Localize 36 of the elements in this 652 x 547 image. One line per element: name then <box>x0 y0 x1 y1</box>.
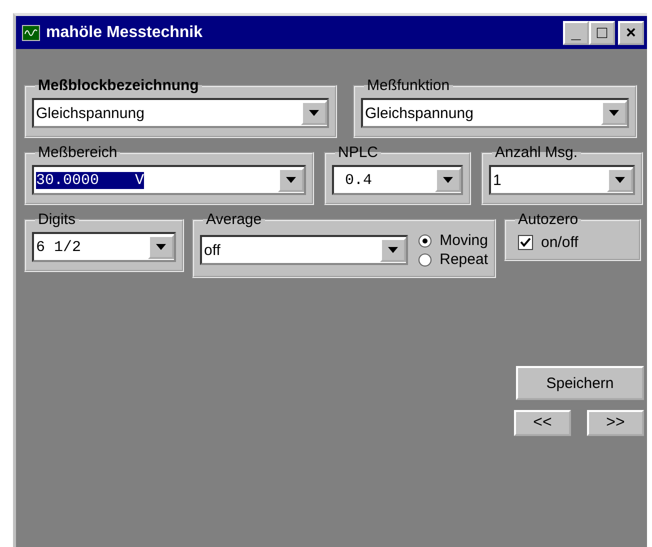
radio-option[interactable]: Repeat <box>418 251 488 268</box>
waveform-icon <box>22 24 40 40</box>
save-button[interactable]: Speichern <box>516 366 644 400</box>
window-control-button[interactable]: _ <box>563 20 589 44</box>
dropdown-field[interactable]: 1 <box>489 165 635 195</box>
group-label: Meßfunktion <box>366 77 451 94</box>
window-title: mahöle Messtechnik <box>46 24 202 42</box>
dropdown-value: Gleichspannung <box>365 104 474 122</box>
radio-button[interactable] <box>418 252 432 266</box>
dropdown-field[interactable]: Gleichspannung <box>361 98 629 128</box>
group-label: Autozero <box>517 211 580 228</box>
checkbox-option[interactable]: on/off <box>512 232 578 251</box>
dropdown-value: 30.0000 V <box>36 172 144 188</box>
group-label: Average <box>205 211 263 228</box>
dropdown-field[interactable]: Gleichspannung <box>32 98 329 128</box>
dropdown-value: 1 <box>493 172 502 188</box>
group-label: NPLC <box>337 144 380 161</box>
dropdown-value: off <box>204 242 222 258</box>
dropdown-value: 0.4 <box>344 172 374 188</box>
window-control-button[interactable]: × <box>618 20 644 44</box>
group-label: Anzahl Msg. <box>494 144 579 161</box>
dropdown-field[interactable]: off <box>200 235 408 265</box>
group-label: Digits <box>37 211 77 228</box>
next-button[interactable]: >> <box>587 410 644 436</box>
dropdown-value: Gleichspannung <box>36 104 146 122</box>
dropdown-field[interactable]: 0.4 <box>332 165 463 195</box>
window-control-button[interactable]: □ <box>589 20 615 44</box>
radio-button[interactable] <box>418 234 432 248</box>
dropdown-field[interactable]: 6 1/2 <box>32 232 176 262</box>
radio-option[interactable]: Moving <box>418 232 488 249</box>
group-label: Meßbereich <box>37 144 118 161</box>
checkbox[interactable] <box>518 235 533 250</box>
dropdown-field[interactable]: 30.0000 V <box>32 165 306 195</box>
previous-button[interactable]: << <box>514 410 571 436</box>
dropdown-value: 6 1/2 <box>36 238 82 256</box>
group-label: Meßblockbezeichnung <box>37 77 200 94</box>
